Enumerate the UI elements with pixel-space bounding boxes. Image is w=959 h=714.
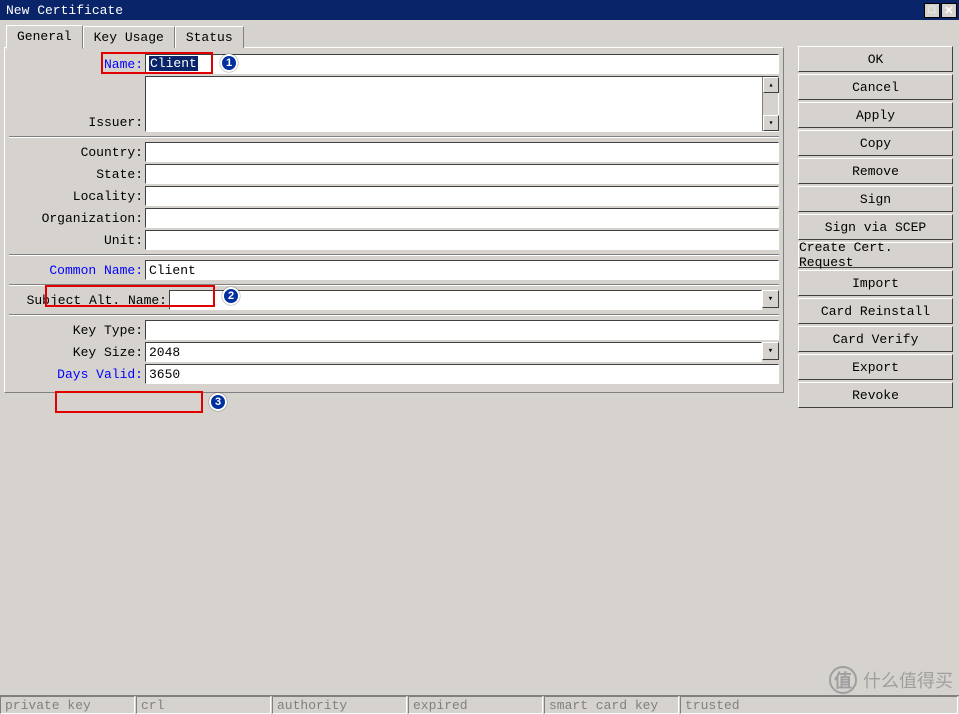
- unit-label: Unit:: [9, 233, 145, 248]
- san-label: Subject Alt. Name:: [9, 293, 169, 308]
- scroll-down-icon[interactable]: ▾: [763, 115, 779, 131]
- status-authority: authority: [272, 696, 407, 714]
- apply-button[interactable]: Apply: [798, 102, 953, 128]
- key-size-label: Key Size:: [9, 345, 145, 360]
- content-area: General Key Usage Status Name: Client Is…: [0, 20, 959, 397]
- name-label: Name:: [9, 57, 145, 72]
- badge-1: 1: [220, 54, 238, 72]
- common-name-label: Common Name:: [9, 263, 145, 278]
- button-panel: OK Cancel Apply Copy Remove Sign Sign vi…: [798, 46, 953, 410]
- status-crl: crl: [136, 696, 271, 714]
- status-private-key: private key: [0, 696, 135, 714]
- tab-key-usage[interactable]: Key Usage: [83, 26, 175, 48]
- common-name-input[interactable]: [145, 260, 779, 280]
- remove-button[interactable]: Remove: [798, 158, 953, 184]
- copy-button[interactable]: Copy: [798, 130, 953, 156]
- ok-button[interactable]: OK: [798, 46, 953, 72]
- locality-input[interactable]: [145, 186, 779, 206]
- tab-general[interactable]: General: [6, 25, 83, 49]
- card-reinstall-button[interactable]: Card Reinstall: [798, 298, 953, 324]
- issuer-label: Issuer:: [9, 115, 145, 132]
- state-label: State:: [9, 167, 145, 182]
- watermark: 值 什么值得买: [829, 666, 953, 694]
- watermark-icon: 值: [829, 666, 857, 694]
- days-valid-input[interactable]: [145, 364, 779, 384]
- key-size-dropdown-icon[interactable]: ▾: [762, 342, 779, 360]
- sign-scep-button[interactable]: Sign via SCEP: [798, 214, 953, 240]
- status-bar: private key crl authority expired smart …: [0, 695, 959, 714]
- revoke-button[interactable]: Revoke: [798, 382, 953, 408]
- days-valid-label: Days Valid:: [9, 367, 145, 382]
- locality-label: Locality:: [9, 189, 145, 204]
- maximize-button[interactable]: □: [924, 3, 940, 18]
- import-button[interactable]: Import: [798, 270, 953, 296]
- window-title: New Certificate: [2, 3, 123, 18]
- title-bar: New Certificate □ ✕: [0, 0, 959, 20]
- sign-button[interactable]: Sign: [798, 186, 953, 212]
- divider: [9, 136, 779, 138]
- country-input[interactable]: [145, 142, 779, 162]
- tab-status[interactable]: Status: [175, 26, 244, 48]
- issuer-scrollbar[interactable]: ▴ ▾: [762, 77, 778, 131]
- status-trusted: trusted: [680, 696, 958, 714]
- create-cert-request-button[interactable]: Create Cert. Request: [798, 242, 953, 268]
- key-type-label: Key Type:: [9, 323, 145, 338]
- san-input[interactable]: [169, 290, 762, 310]
- key-size-input[interactable]: [145, 342, 762, 362]
- tab-panel: Name: Client Issuer: ▴ ▾ Country: State:…: [4, 47, 784, 393]
- close-button[interactable]: ✕: [941, 3, 957, 18]
- status-smart-card-key: smart card key: [544, 696, 679, 714]
- highlight-box-3: [55, 391, 203, 413]
- name-input[interactable]: Client: [145, 54, 779, 74]
- organization-label: Organization:: [9, 211, 145, 226]
- badge-2: 2: [222, 287, 240, 305]
- state-input[interactable]: [145, 164, 779, 184]
- issuer-input[interactable]: ▴ ▾: [145, 76, 779, 132]
- organization-input[interactable]: [145, 208, 779, 228]
- divider: [9, 284, 779, 286]
- export-button[interactable]: Export: [798, 354, 953, 380]
- unit-input[interactable]: [145, 230, 779, 250]
- tab-strip: General Key Usage Status: [6, 24, 955, 48]
- window-controls: □ ✕: [923, 3, 957, 18]
- card-verify-button[interactable]: Card Verify: [798, 326, 953, 352]
- key-type-input[interactable]: [145, 320, 779, 340]
- san-dropdown-icon[interactable]: ▾: [762, 290, 779, 308]
- cancel-button[interactable]: Cancel: [798, 74, 953, 100]
- watermark-text: 什么值得买: [863, 667, 953, 693]
- scroll-up-icon[interactable]: ▴: [763, 77, 779, 93]
- country-label: Country:: [9, 145, 145, 160]
- badge-3: 3: [209, 393, 227, 411]
- divider: [9, 254, 779, 256]
- status-expired: expired: [408, 696, 543, 714]
- divider: [9, 314, 779, 316]
